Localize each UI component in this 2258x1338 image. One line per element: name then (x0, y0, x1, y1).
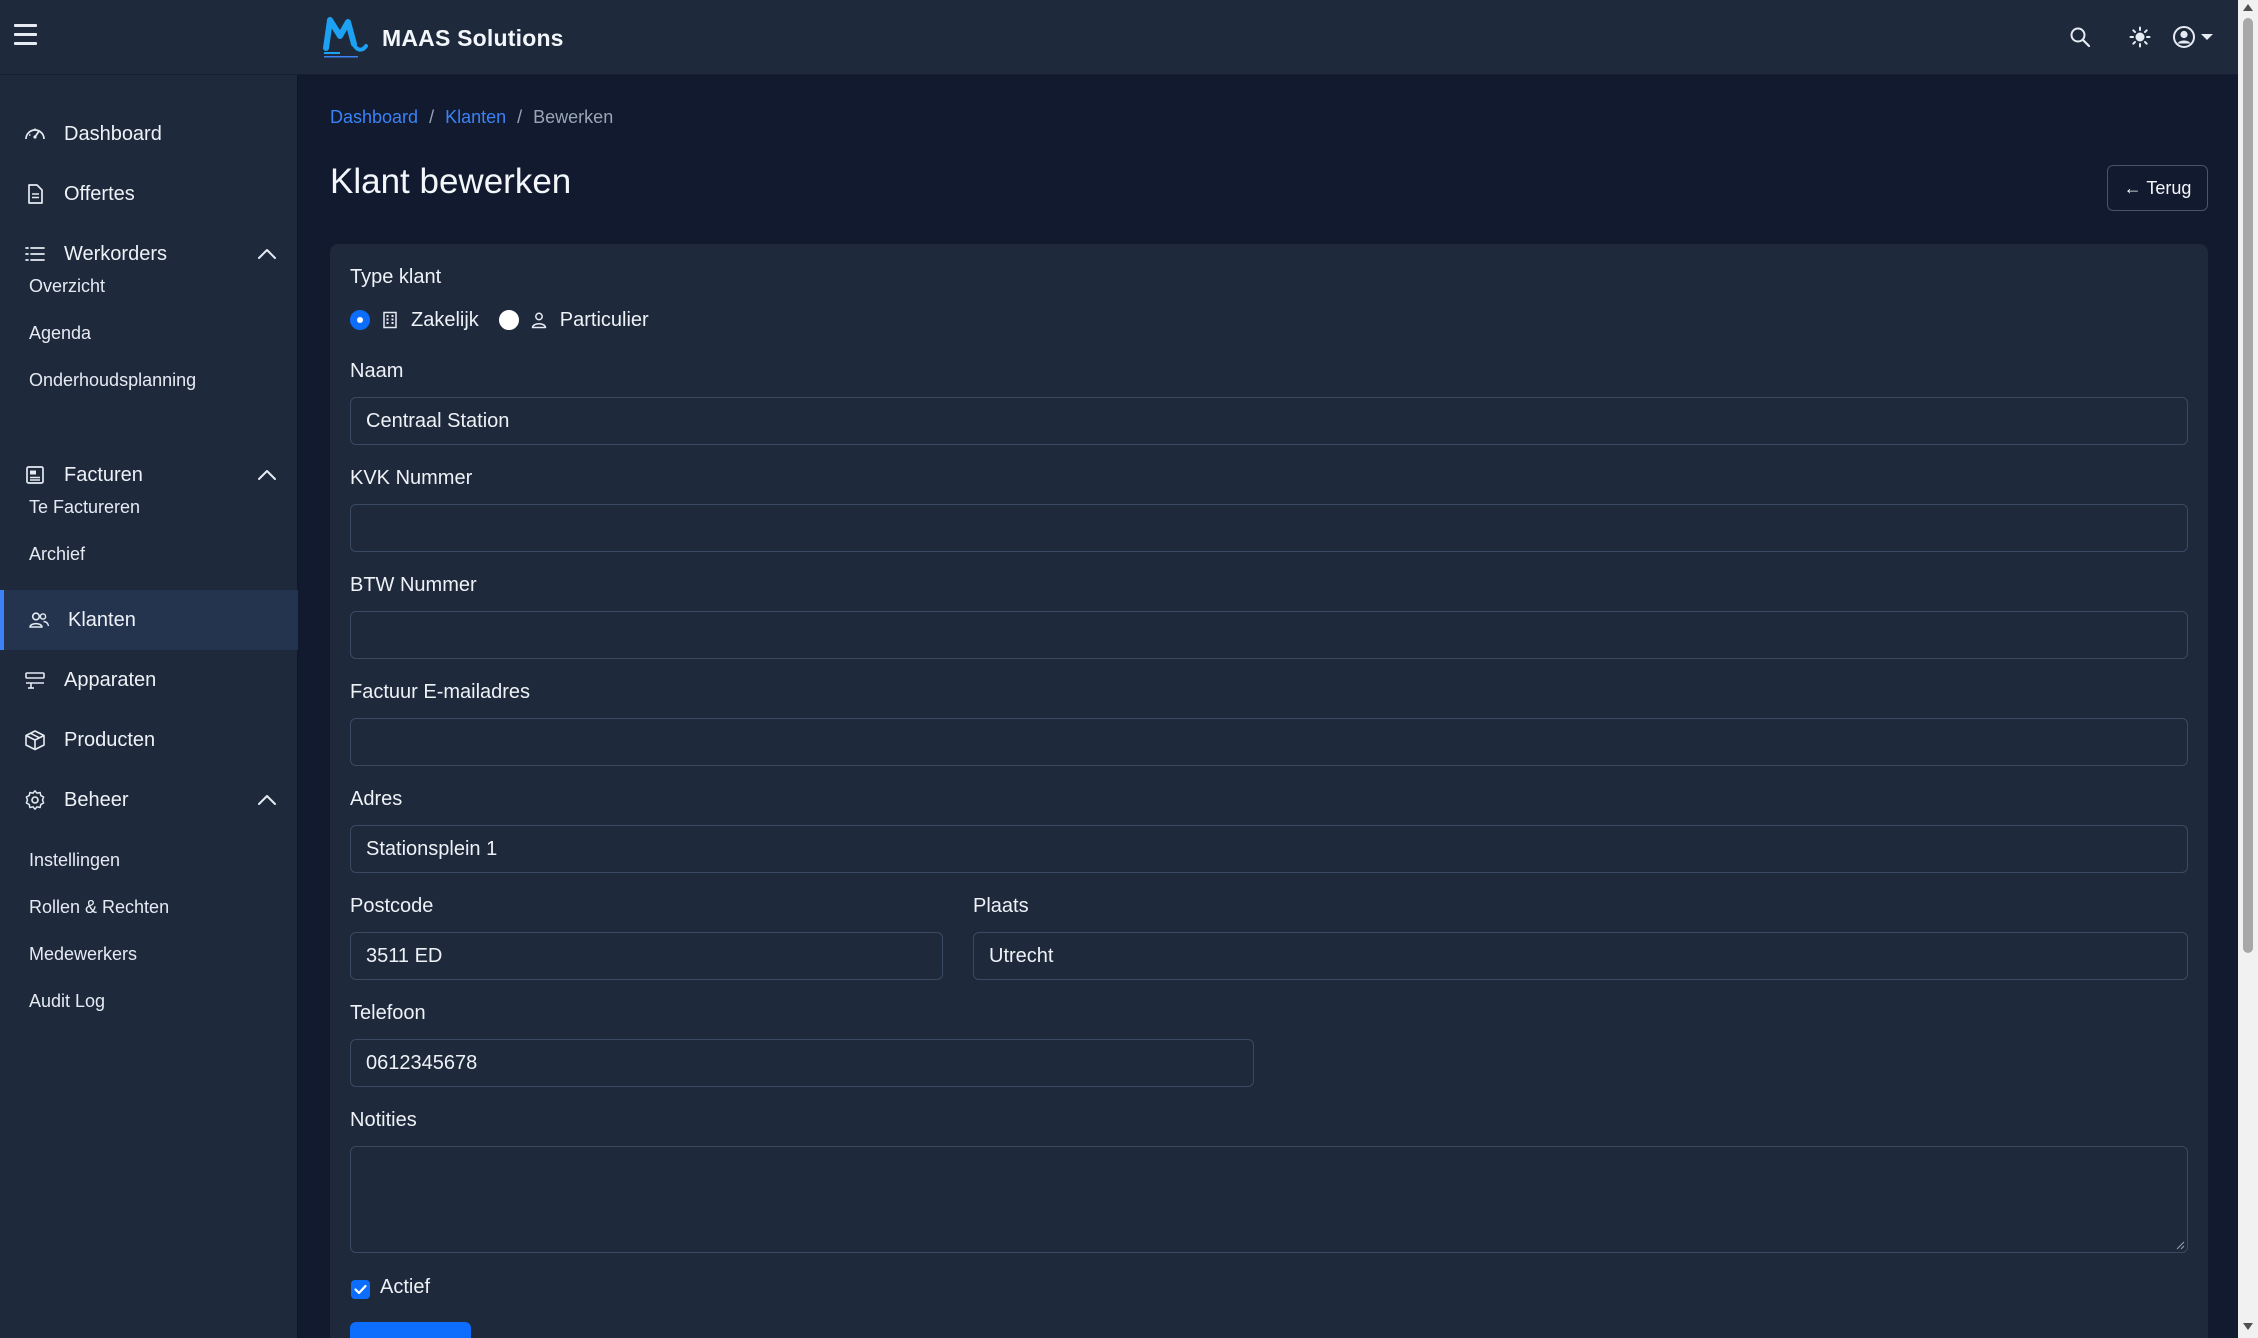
type-klant-label: Type klant (350, 266, 442, 288)
brand-name: MAAS Solutions (382, 24, 564, 51)
sidebar-item-apparaten[interactable]: Apparaten (0, 651, 298, 709)
caret-down-icon (2201, 34, 2213, 40)
sidebar-item-label: Werkorders (64, 242, 167, 265)
sidebar-subitem-medewerkers[interactable]: Medewerkers (29, 944, 137, 965)
breadcrumb-separator: / (429, 107, 435, 127)
document-icon (28, 184, 43, 204)
adres-input[interactable]: Stationsplein 1 (350, 825, 2188, 873)
sidebar-item-label: Klanten (68, 608, 136, 631)
checkmark-icon (354, 1284, 367, 1295)
building-icon (383, 311, 397, 329)
radio-particulier[interactable] (498, 310, 519, 330)
sidebar: Dashboard Offertes Werkorders Overzicht … (0, 75, 298, 1338)
chevron-up-icon (258, 249, 276, 259)
search-icon[interactable] (2063, 20, 2097, 54)
invoice-icon (26, 466, 44, 484)
resize-handle-icon[interactable] (2175, 1240, 2185, 1250)
type-klant-radio-group: Zakelijk Particulier (350, 306, 649, 334)
sidebar-item-label: Facturen (64, 463, 143, 486)
menu-icon[interactable] (14, 24, 38, 50)
sidebar-item-label: Beheer (64, 788, 129, 811)
sidebar-item-producten[interactable]: Producten (0, 711, 298, 769)
users-icon (29, 612, 50, 628)
page-title: Klant bewerken (330, 162, 572, 201)
scrollbar-thumb[interactable] (2243, 18, 2253, 953)
scroll-up-arrow-icon[interactable] (2243, 4, 2253, 11)
breadcrumb: Dashboard / Klanten / Bewerken (330, 107, 613, 128)
sidebar-item-label: Dashboard (64, 122, 162, 145)
sidebar-subitem-agenda[interactable]: Agenda (29, 323, 91, 344)
notities-label: Notities (350, 1109, 417, 1131)
brand-logo (323, 17, 368, 58)
postcode-input[interactable]: 3511 ED (350, 932, 943, 980)
sidebar-subitem-instellingen[interactable]: Instellingen (29, 850, 120, 871)
notities-textarea[interactable] (350, 1146, 2188, 1253)
breadcrumb-separator: / (517, 107, 523, 127)
kvk-label: KVK Nummer (350, 467, 473, 489)
sidebar-subitem-onderhoudsplanning[interactable]: Onderhoudsplanning (29, 370, 196, 391)
devices-icon (25, 672, 45, 689)
theme-toggle-icon[interactable] (2123, 20, 2157, 54)
naam-input[interactable]: Centraal Station (350, 397, 2188, 445)
sidebar-item-label: Offertes (64, 182, 135, 205)
sidebar-item-beheer[interactable]: Beheer (0, 771, 298, 829)
sidebar-item-dashboard[interactable]: Dashboard (0, 105, 298, 163)
btw-label: BTW Nummer (350, 574, 477, 596)
breadcrumb-link-klanten[interactable]: Klanten (445, 107, 506, 128)
radio-particulier-label[interactable]: Particulier (560, 309, 649, 332)
page-scrollbar[interactable] (2238, 0, 2258, 1338)
sidebar-item-offertes[interactable]: Offertes (0, 165, 298, 223)
chevron-up-icon (258, 470, 276, 480)
sidebar-subitem-overzicht[interactable]: Overzicht (29, 276, 105, 297)
naam-label: Naam (350, 360, 404, 382)
sidebar-item-facturen[interactable]: Facturen (0, 446, 298, 504)
adres-label: Adres (350, 788, 403, 810)
sidebar-subitem-archief[interactable]: Archief (29, 544, 85, 565)
back-button[interactable]: ← Terug (2107, 165, 2208, 211)
chevron-up-icon (258, 795, 276, 805)
radio-zakelijk-label[interactable]: Zakelijk (411, 309, 479, 332)
factuur-email-label: Factuur E-mailadres (350, 681, 531, 703)
factuur-email-input[interactable] (350, 718, 2188, 766)
actief-label[interactable]: Actief (380, 1276, 430, 1299)
telefoon-input[interactable]: 0612345678 (350, 1039, 1254, 1087)
sidebar-subitem-audit-log[interactable]: Audit Log (29, 991, 105, 1012)
sidebar-item-label: Apparaten (64, 668, 157, 691)
btw-input[interactable] (350, 611, 2188, 659)
list-icon (25, 247, 45, 261)
breadcrumb-link-dashboard[interactable]: Dashboard (330, 107, 418, 128)
kvk-input[interactable] (350, 504, 2188, 552)
postcode-label: Postcode (350, 895, 434, 917)
gear-icon (25, 790, 45, 810)
scroll-down-arrow-icon[interactable] (2243, 1323, 2253, 1330)
person-icon (531, 312, 547, 329)
radio-zakelijk[interactable] (350, 310, 370, 330)
dashboard-gauge-icon (25, 128, 45, 140)
plaats-label: Plaats (973, 895, 1029, 917)
sidebar-subitem-rollen-rechten[interactable]: Rollen & Rechten (29, 897, 169, 918)
brand[interactable]: MAAS Solutions (320, 14, 564, 62)
sidebar-item-label: Producten (64, 728, 156, 751)
box-icon (25, 730, 45, 751)
telefoon-label: Telefoon (350, 1002, 426, 1024)
sidebar-subitem-te-factureren[interactable]: Te Factureren (29, 497, 140, 518)
breadcrumb-current: Bewerken (533, 107, 614, 127)
save-button[interactable] (350, 1322, 471, 1338)
actief-checkbox[interactable] (351, 1280, 370, 1299)
sidebar-item-werkorders[interactable]: Werkorders (0, 225, 298, 283)
plaats-input[interactable]: Utrecht (973, 932, 2188, 980)
user-account-icon[interactable] (2168, 20, 2218, 54)
top-bar: MAAS Solutions (0, 0, 2238, 75)
sidebar-item-klanten[interactable]: Klanten (0, 590, 298, 650)
